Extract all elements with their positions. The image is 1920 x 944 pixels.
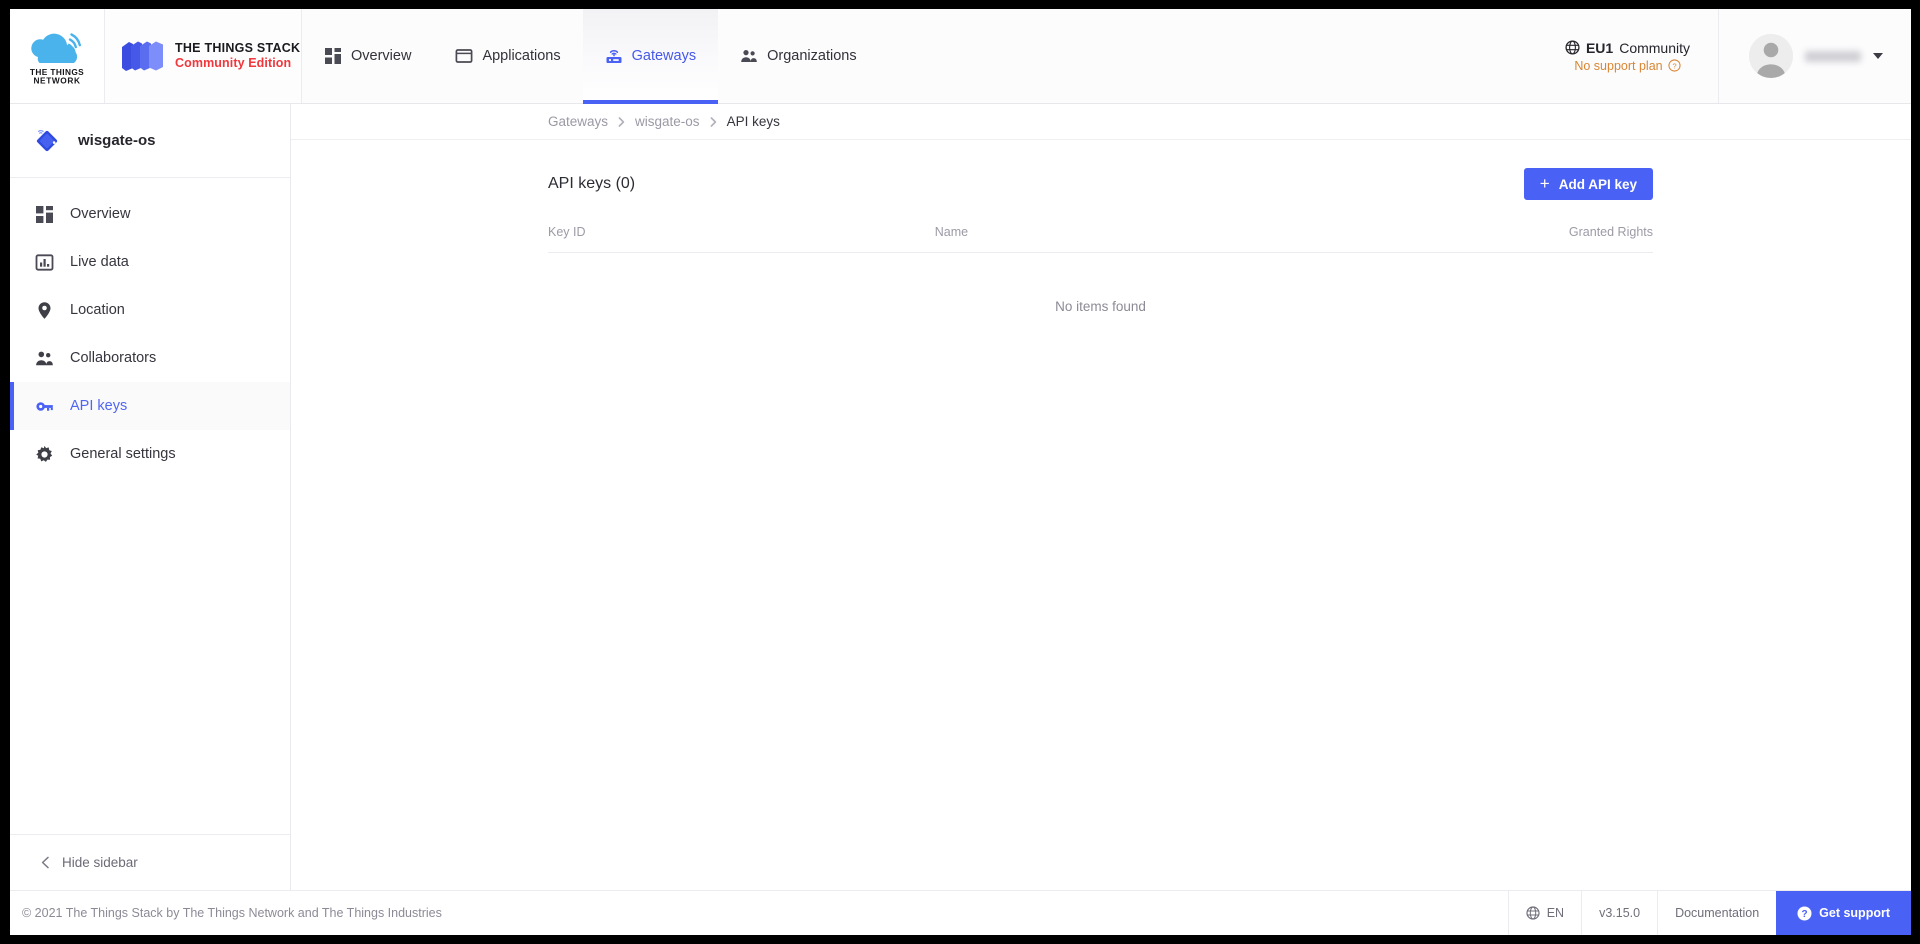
table-head: Key ID Name Granted Rights (548, 225, 1653, 253)
applications-icon (455, 49, 473, 63)
add-api-key-label: Add API key (1558, 176, 1637, 192)
overview-icon (36, 205, 53, 223)
column-header-granted-rights: Granted Rights (1487, 225, 1653, 253)
cluster-selector[interactable]: EU1 Community No support plan ? (1547, 9, 1719, 103)
breadcrumb: Gateways wisgate-os API keys (291, 104, 1911, 140)
app-window: THE THINGS NETWORK THE THINGS STACK Comm… (10, 9, 1911, 935)
gateway-diamond-icon (36, 129, 58, 151)
empty-state-message: No items found (1055, 299, 1146, 314)
nav-item-organizations[interactable]: Organizations (718, 9, 878, 103)
sidebar-label-api-keys: API keys (70, 398, 128, 414)
sidebar-item-collaborators[interactable]: Collaborators (10, 334, 290, 382)
nav-item-applications[interactable]: Applications (433, 9, 582, 103)
svg-text:NETWORK: NETWORK (33, 76, 80, 86)
help-circle-icon[interactable]: ? (1668, 59, 1681, 72)
sidebar-item-overview[interactable]: Overview (10, 190, 290, 238)
api-keys-panel: API keys (0) + Add API key Key ID Name G… (291, 140, 1911, 314)
chevron-left-icon (41, 856, 49, 869)
sidebar: wisgate-os Overview Live data Location C… (10, 104, 291, 890)
globe-icon (1565, 40, 1580, 55)
collaborators-icon (36, 351, 53, 365)
chevron-right-icon (618, 116, 625, 127)
column-header-key-id: Key ID (548, 225, 935, 253)
support-plan-status[interactable]: No support plan ? (1574, 58, 1681, 73)
breadcrumb-item-gateways[interactable]: Gateways (548, 114, 608, 129)
table-header-row: Key ID Name Granted Rights (548, 225, 1653, 253)
live-data-icon (35, 253, 54, 271)
nav-item-overview[interactable]: Overview (302, 9, 433, 103)
location-pin-icon (38, 301, 51, 319)
nav-label-gateways: Gateways (631, 48, 697, 64)
overview-icon (325, 48, 341, 64)
api-keys-table: Key ID Name Granted Rights No items foun… (548, 225, 1653, 314)
sidebar-item-api-keys[interactable]: API keys (10, 382, 290, 430)
hide-sidebar-button[interactable]: Hide sidebar (10, 834, 290, 890)
panel-header: API keys (0) + Add API key (548, 165, 1653, 203)
top-navigation-bar: THE THINGS NETWORK THE THINGS STACK Comm… (10, 9, 1911, 104)
help-circle-icon: ? (1797, 906, 1812, 920)
add-api-key-button[interactable]: + Add API key (1523, 168, 1653, 200)
gateway-icon (606, 50, 622, 63)
cluster-code: EU1 (1585, 39, 1614, 56)
svg-text:?: ? (1802, 909, 1808, 920)
language-label: EN (1546, 906, 1565, 920)
nav-item-gateways[interactable]: Gateways (582, 9, 719, 104)
nav-label-organizations: Organizations (767, 48, 857, 64)
key-icon (36, 401, 53, 411)
nav-label-applications: Applications (482, 48, 561, 64)
organizations-icon (741, 50, 757, 62)
empty-state-row: No items found (548, 253, 1653, 314)
get-support-button[interactable]: ? Get support (1776, 891, 1911, 935)
breadcrumb-item-api-keys: API keys (726, 114, 780, 129)
stack-books-icon (122, 41, 163, 71)
user-avatar-icon (1749, 34, 1793, 78)
copyright-text: © 2021 The Things Stack by The Things Ne… (22, 906, 442, 920)
sidebar-item-live-data[interactable]: Live data (10, 238, 290, 286)
sidebar-label-location: Location (70, 302, 125, 318)
column-header-name: Name (934, 225, 1488, 253)
hide-sidebar-label: Hide sidebar (62, 855, 138, 870)
footer-links: EN v3.15.0 Documentation ? Get support (1507, 891, 1911, 935)
sidebar-nav: Overview Live data Location Collaborator… (10, 178, 290, 478)
plus-icon: + (1539, 173, 1550, 193)
user-menu[interactable] (1719, 9, 1911, 103)
topbar-right-group: EU1 Community No support plan ? (1547, 9, 1911, 103)
cluster-info: EU1 Community (1565, 40, 1690, 56)
support-plan-label: No support plan (1574, 58, 1663, 73)
language-selector[interactable]: EN (1507, 891, 1581, 935)
get-support-label: Get support (1819, 906, 1890, 920)
version-label: v3.15.0 (1581, 891, 1657, 935)
sidebar-label-general-settings: General settings (70, 446, 176, 462)
sidebar-item-location[interactable]: Location (10, 286, 290, 334)
sidebar-label-overview: Overview (70, 206, 131, 222)
documentation-link[interactable]: Documentation (1657, 891, 1776, 935)
sidebar-item-general-settings[interactable]: General settings (10, 430, 290, 478)
main-content: Gateways wisgate-os API keys API keys (0… (291, 104, 1911, 890)
user-name-redacted (1805, 50, 1861, 62)
gear-icon (36, 445, 53, 462)
globe-icon (1526, 906, 1540, 920)
sidebar-entity-title: wisgate-os (78, 132, 156, 149)
stack-brand-line2: Community Edition (175, 56, 292, 70)
footer: © 2021 The Things Stack by The Things Ne… (10, 890, 1911, 935)
ttn-cloud-icon: THE THINGS NETWORK (30, 33, 84, 86)
breadcrumb-item-wisgate-os[interactable]: wisgate-os (635, 114, 700, 129)
sidebar-label-collaborators: Collaborators (70, 350, 157, 366)
body-area: wisgate-os Overview Live data Location C… (10, 104, 1911, 890)
svg-text:?: ? (1672, 62, 1676, 71)
cluster-name: Community (1619, 39, 1690, 56)
primary-nav: Overview Applications Gateways Organizat… (302, 9, 879, 104)
sidebar-label-live-data: Live data (70, 254, 129, 270)
avatar (1749, 34, 1793, 78)
chevron-down-icon[interactable] (1873, 53, 1883, 59)
the-things-network-logo[interactable]: THE THINGS NETWORK (10, 9, 105, 103)
page-title: API keys (0) (548, 175, 636, 192)
sidebar-entity-header[interactable]: wisgate-os (10, 104, 290, 178)
chevron-right-icon (710, 116, 716, 127)
table-body: No items found (548, 253, 1653, 314)
the-things-stack-logo[interactable]: THE THINGS STACK Community Edition (105, 9, 302, 103)
nav-label-overview: Overview (351, 48, 412, 64)
stack-brand-line1: THE THINGS STACK (175, 40, 301, 55)
